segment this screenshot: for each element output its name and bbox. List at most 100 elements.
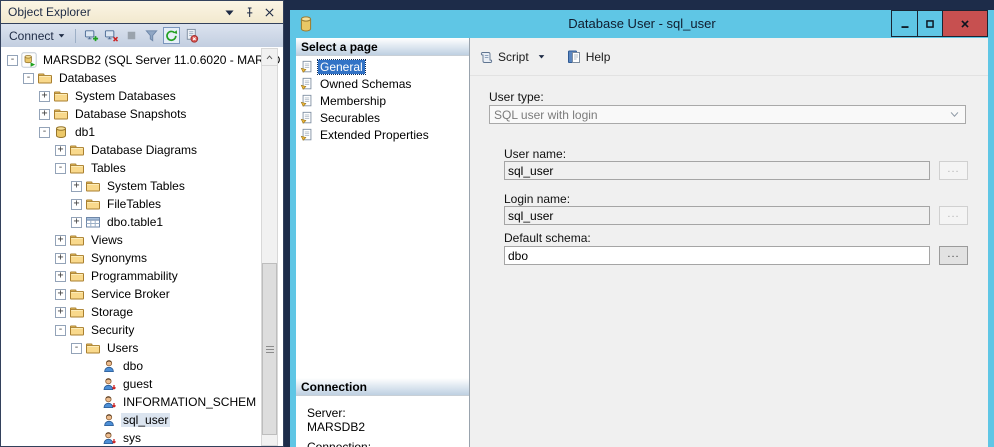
object-explorer-panel: Object Explorer Connect - MARSDB2 (SQL S… — [0, 0, 284, 447]
tree-item-label: sql_user — [121, 413, 170, 427]
help-button[interactable]: Help — [586, 50, 611, 64]
tree-item-label: Storage — [89, 305, 135, 319]
refresh-icon — [164, 28, 179, 43]
expander[interactable]: - — [71, 343, 82, 354]
default-schema-browse-button[interactable]: ... — [939, 246, 968, 265]
tree-item-sys[interactable]: sys — [1, 429, 283, 447]
tree-item-databases[interactable]: - Databases — [1, 69, 283, 87]
expander[interactable]: + — [55, 235, 66, 246]
dialog-titlebar[interactable]: Database User - sql_user — [290, 10, 994, 38]
page-icon — [300, 94, 314, 108]
expander[interactable]: - — [7, 55, 18, 66]
scrollbar-thumb[interactable] — [262, 263, 277, 435]
page-item-label: Extended Properties — [318, 128, 431, 142]
expander[interactable]: + — [55, 253, 66, 264]
tree-item-label: FileTables — [105, 197, 163, 211]
tree-item-service-broker[interactable]: + Service Broker — [1, 285, 283, 303]
tree-item-information-schema[interactable]: INFORMATION_SCHEM — [1, 393, 283, 411]
tree-item-filetables[interactable]: + FileTables — [1, 195, 283, 213]
filter-button[interactable] — [143, 27, 160, 44]
user-type-combobox[interactable]: SQL user with login — [489, 105, 966, 124]
connection-info: Server: MARSDB2 Connection: — [307, 406, 371, 447]
expander[interactable]: + — [39, 109, 50, 120]
page-item-extended-properties[interactable]: Extended Properties — [296, 126, 469, 143]
close-icon — [958, 17, 972, 31]
chevron-down-icon — [949, 109, 960, 120]
pin-icon[interactable] — [243, 6, 256, 19]
tree-item-security[interactable]: - Security — [1, 321, 283, 339]
expander[interactable]: + — [55, 145, 66, 156]
tree-item-system-databases[interactable]: + System Databases — [1, 87, 283, 105]
object-explorer-tree: - MARSDB2 (SQL Server 11.0.6020 - MARSD … — [0, 47, 284, 447]
expander[interactable]: - — [55, 325, 66, 336]
scrollbar-up-button[interactable] — [262, 49, 277, 66]
tree-item-users[interactable]: - Users — [1, 339, 283, 357]
folder-icon — [69, 160, 85, 176]
page-item-owned-schemas[interactable]: Owned Schemas — [296, 75, 469, 92]
script-button[interactable]: Script — [498, 50, 529, 64]
close-button[interactable] — [942, 11, 987, 36]
help-icon — [566, 49, 582, 65]
user-name-browse-button: ... — [939, 161, 968, 180]
default-schema-field[interactable] — [504, 246, 930, 265]
tree-item-dbo[interactable]: dbo — [1, 357, 283, 375]
tree-item-sql-user[interactable]: sql_user — [1, 411, 283, 429]
tree-item-dbo-table1[interactable]: + dbo.table1 — [1, 213, 283, 231]
filter-icon — [144, 28, 159, 43]
tree-item-guest[interactable]: guest — [1, 375, 283, 393]
folder-icon — [69, 142, 85, 158]
expander[interactable]: + — [71, 181, 82, 192]
tree-item-storage[interactable]: + Storage — [1, 303, 283, 321]
expander[interactable]: - — [23, 73, 34, 84]
tree-item-database-snapshots[interactable]: + Database Snapshots — [1, 105, 283, 123]
tree-item-views[interactable]: + Views — [1, 231, 283, 249]
expander[interactable]: + — [71, 199, 82, 210]
object-explorer-titlebar[interactable]: Object Explorer — [0, 0, 284, 24]
connect-button[interactable]: Connect — [7, 28, 68, 44]
tree-item-db1[interactable]: - db1 — [1, 123, 283, 141]
server-label: Server: — [307, 406, 371, 420]
expander[interactable]: + — [55, 271, 66, 282]
disconnect-button[interactable] — [103, 27, 120, 44]
tree-scrollbar[interactable] — [261, 48, 278, 446]
expander[interactable]: + — [71, 217, 82, 228]
expander[interactable]: + — [55, 289, 66, 300]
script-error-button[interactable] — [183, 27, 200, 44]
tree-item-tables[interactable]: - Tables — [1, 159, 283, 177]
refresh-button[interactable] — [163, 27, 180, 44]
folder-icon — [85, 340, 101, 356]
tree-item-server[interactable]: - MARSDB2 (SQL Server 11.0.6020 - MARSD — [1, 51, 283, 69]
login-name-field[interactable] — [504, 206, 930, 225]
login-name-browse-button: ... — [939, 206, 968, 225]
folder-icon — [69, 250, 85, 266]
page-icon — [300, 77, 314, 91]
tree-item-system-tables[interactable]: + System Tables — [1, 177, 283, 195]
page-item-securables[interactable]: Securables — [296, 109, 469, 126]
stop-icon — [124, 28, 139, 43]
tree-item-label: guest — [121, 377, 154, 391]
tree-item-programmability[interactable]: + Programmability — [1, 267, 283, 285]
user-name-field[interactable] — [504, 161, 930, 180]
page-item-general[interactable]: General — [296, 58, 469, 75]
chevron-down-icon[interactable] — [537, 52, 546, 61]
page-item-membership[interactable]: Membership — [296, 92, 469, 109]
page-list: General Owned Schemas Membership Securab… — [296, 56, 469, 143]
close-panel-icon[interactable] — [263, 6, 276, 19]
expander[interactable]: - — [39, 127, 50, 138]
page-item-label: Owned Schemas — [318, 77, 413, 91]
folder-icon — [53, 88, 69, 104]
default-schema-label: Default schema: — [504, 231, 591, 245]
expander[interactable]: + — [55, 307, 66, 318]
expander[interactable]: - — [55, 163, 66, 174]
object-explorer-toolbar: Connect — [0, 24, 284, 47]
maximize-button[interactable] — [917, 11, 942, 36]
connect-object-button[interactable] — [83, 27, 100, 44]
window-position-icon[interactable] — [223, 6, 236, 19]
tree-item-synonyms[interactable]: + Synonyms — [1, 249, 283, 267]
minimize-button[interactable] — [892, 11, 917, 36]
expander[interactable]: + — [39, 91, 50, 102]
object-explorer-title: Object Explorer — [8, 5, 216, 19]
tree-item-database-diagrams[interactable]: + Database Diagrams — [1, 141, 283, 159]
general-page-pane: Script Help User type: SQL user with log… — [470, 38, 988, 447]
page-item-label: Membership — [318, 94, 388, 108]
